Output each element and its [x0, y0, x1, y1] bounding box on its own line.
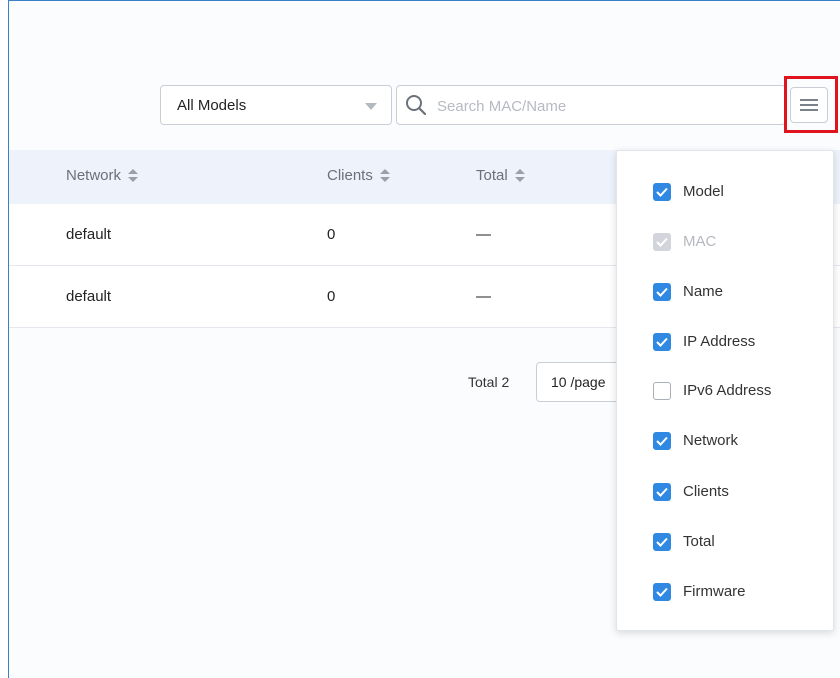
page-size-value: 10 /page: [551, 374, 606, 390]
caret-down-icon: [365, 103, 377, 110]
column-option-model[interactable]: Model: [653, 181, 833, 205]
checkbox-ipv6-address[interactable]: [653, 382, 671, 400]
sort-icon[interactable]: [128, 169, 139, 183]
cell-network: default: [66, 288, 112, 305]
checkbox-ip-address[interactable]: [653, 333, 671, 351]
column-option-total[interactable]: Total: [653, 531, 833, 555]
search-input[interactable]: [435, 92, 769, 120]
cell-clients: 0: [327, 288, 336, 305]
checkbox-mac: [653, 233, 671, 251]
column-option-name[interactable]: Name: [653, 281, 833, 305]
cell-total: —: [476, 226, 491, 243]
column-settings-button[interactable]: [790, 87, 828, 123]
column-option-firmware[interactable]: Firmware: [653, 581, 833, 605]
column-header-network[interactable]: Network: [66, 167, 139, 184]
column-option-network[interactable]: Network: [653, 430, 833, 454]
model-filter-value: All Models: [177, 97, 247, 114]
search-box[interactable]: [396, 85, 786, 125]
checkbox-name[interactable]: [653, 283, 671, 301]
cell-total: —: [476, 288, 491, 305]
search-icon: [405, 94, 427, 116]
checkbox-clients[interactable]: [653, 483, 671, 501]
checkbox-total[interactable]: [653, 533, 671, 551]
column-option-mac: MAC: [653, 231, 833, 255]
column-visibility-menu: Model MAC Name IP Address IPv6 Address N…: [616, 150, 834, 631]
pagination-total: Total 2: [468, 374, 510, 390]
sort-icon[interactable]: [379, 169, 390, 183]
column-header-clients[interactable]: Clients: [327, 167, 390, 184]
model-filter-select[interactable]: All Models: [160, 85, 392, 125]
sort-icon[interactable]: [514, 169, 525, 183]
column-header-total[interactable]: Total: [476, 167, 525, 184]
cell-clients: 0: [327, 226, 336, 243]
cell-network: default: [66, 226, 112, 243]
column-option-ipv6-address[interactable]: IPv6 Address: [653, 380, 833, 404]
checkbox-firmware[interactable]: [653, 583, 671, 601]
column-option-clients[interactable]: Clients: [653, 481, 833, 505]
column-option-ip-address[interactable]: IP Address: [653, 331, 833, 355]
checkbox-model[interactable]: [653, 183, 671, 201]
checkbox-network[interactable]: [653, 432, 671, 450]
